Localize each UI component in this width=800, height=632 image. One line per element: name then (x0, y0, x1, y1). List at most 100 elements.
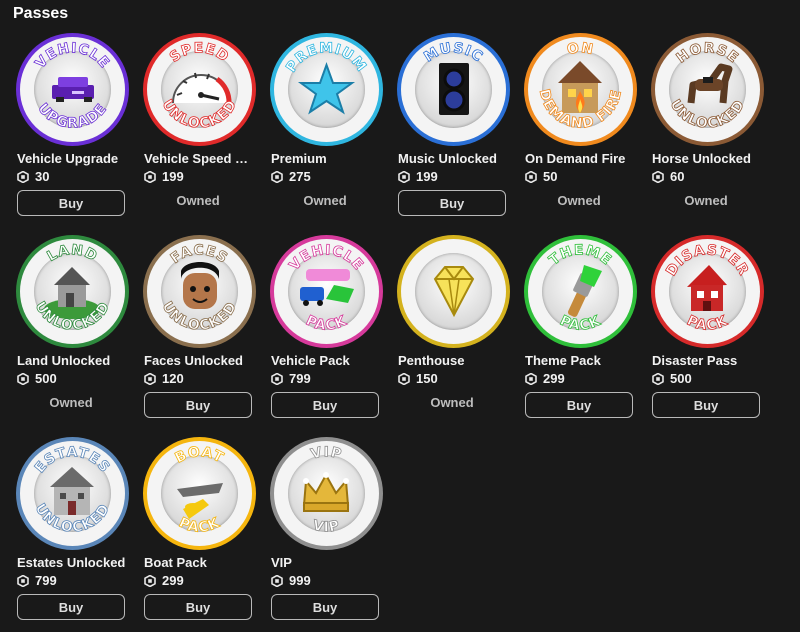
pass-name[interactable]: VIP (271, 555, 382, 570)
pass-price: 799 (17, 572, 128, 589)
owned-label: Owned (49, 395, 93, 410)
horse-icon: HORSE UNLOCKED (666, 40, 749, 133)
pass-card[interactable]: BOAT PACK Boat Pack 299 Buy (143, 437, 256, 632)
badge-top-text: HORSE (674, 40, 742, 66)
buy-button[interactable]: Buy (398, 190, 506, 216)
pass-card[interactable]: ESTATES UNLOCKED Estates Unlocked 799 Buy (16, 437, 129, 632)
buy-button[interactable]: Buy (271, 594, 379, 620)
pass-price: 999 (271, 572, 382, 589)
broken-house-icon: DISASTERPACK (663, 242, 751, 334)
robux-icon (17, 170, 29, 183)
pass-card[interactable]: THEME PACK Theme Pack 299 Buy (524, 235, 637, 430)
robux-icon (271, 170, 283, 183)
robux-icon (271, 372, 283, 385)
price-value: 275 (289, 169, 311, 184)
diamond-icon (433, 266, 475, 318)
paintbrush-icon: THEME PACK (546, 242, 614, 334)
robux-icon (144, 372, 156, 385)
pass-badge[interactable]: ESTATES UNLOCKED (16, 437, 129, 550)
pass-name[interactable]: Theme Pack (525, 353, 636, 368)
price-value: 199 (416, 169, 438, 184)
pass-card[interactable]: HORSE UNLOCKED Horse Unlocked 60 Owned (651, 33, 764, 228)
pass-price: 120 (144, 370, 255, 387)
buy-button[interactable]: Buy (144, 594, 252, 620)
pass-name[interactable]: On Demand Fire (525, 151, 636, 166)
pass-card[interactable]: SPEED UNLOCKED Vehicle Speed U... 199 Owned (143, 33, 256, 228)
price-value: 799 (35, 573, 57, 588)
badge-top-text: SPEED (167, 40, 232, 65)
pass-badge[interactable]: DISASTER PACK (651, 235, 764, 348)
pass-price: 60 (652, 168, 763, 185)
pass-price: 275 (271, 168, 382, 185)
robux-icon (17, 574, 29, 587)
badge-top-text: LAND (45, 242, 101, 265)
buy-button[interactable]: Buy (271, 392, 379, 418)
buy-button[interactable]: Buy (17, 594, 125, 620)
car-icon: VEHICLE UPGRADE (32, 40, 112, 132)
badge-top-text: VIP (309, 444, 344, 462)
pass-card[interactable]: VEHICLE PACK Vehicle Pack 799 Buy (270, 235, 383, 430)
robux-icon (525, 372, 537, 385)
pass-name[interactable]: Premium (271, 151, 382, 166)
pass-card[interactable]: FACES UNLOCKED Faces Unlocked 120 Buy (143, 235, 256, 430)
pass-name[interactable]: Penthouse (398, 353, 509, 368)
pass-card[interactable]: MUSIC Music Unlocked 199 Buy (397, 33, 510, 228)
pass-name[interactable]: Faces Unlocked (144, 353, 255, 368)
pass-name[interactable]: Estates Unlocked (17, 555, 128, 570)
pass-badge[interactable]: HORSE UNLOCKED (651, 33, 764, 146)
pass-badge[interactable]: BOAT PACK (143, 437, 256, 550)
pass-badge[interactable]: PREMIUM (270, 33, 383, 146)
buy-button[interactable]: Buy (144, 392, 252, 418)
price-value: 150 (416, 371, 438, 386)
pass-card[interactable]: VEHICLE UPGRADE Vehicle Upgrade 30 Buy (16, 33, 129, 228)
pass-card[interactable]: LAND UNLOCKED Land Unlocked 500 Owned (16, 235, 129, 430)
pass-badge[interactable]: FACES UNLOCKED (143, 235, 256, 348)
pass-badge[interactable]: VEHICLE PACK (270, 235, 383, 348)
badge-bottom-text: UNLOCKED (667, 97, 749, 132)
burning-house-icon: ONDEMAND FIRE (535, 40, 624, 133)
robux-icon (271, 574, 283, 587)
pass-card[interactable]: ON DEMAND FIRE On Demand Fire 50 Owned (524, 33, 637, 228)
pass-price: 799 (271, 370, 382, 387)
vehicles-icon: VEHICLEPACK (286, 242, 366, 334)
pass-name[interactable]: Boat Pack (144, 555, 255, 570)
pass-badge[interactable]: THEME PACK (524, 235, 637, 348)
pass-badge[interactable]: ON DEMAND FIRE (524, 33, 637, 146)
pass-card[interactable]: VIP VIP VIP 999 Buy (270, 437, 383, 632)
pass-name[interactable]: Vehicle Speed U... (144, 151, 255, 166)
pass-name[interactable]: Land Unlocked (17, 353, 128, 368)
badge-bottom-text: PACK (557, 313, 603, 334)
pass-name[interactable]: Vehicle Pack (271, 353, 382, 368)
price-value: 120 (162, 371, 184, 386)
pass-badge[interactable]: VIP VIP (270, 437, 383, 550)
buy-button[interactable]: Buy (17, 190, 125, 216)
pass-card[interactable]: DISASTER PACK Disaster Pass 500 Buy (651, 235, 764, 430)
pass-badge[interactable]: LAND UNLOCKED (16, 235, 129, 348)
pass-name[interactable]: Music Unlocked (398, 151, 509, 166)
pass-badge[interactable]: SPEED UNLOCKED (143, 33, 256, 146)
pass-name[interactable]: Horse Unlocked (652, 151, 763, 166)
pass-name[interactable]: Vehicle Upgrade (17, 151, 128, 166)
badge-top-text: BOAT (173, 444, 227, 466)
pass-badge[interactable] (397, 235, 510, 348)
robux-icon (144, 170, 156, 183)
badge-top-text: MUSIC (421, 40, 486, 65)
buy-button[interactable]: Buy (652, 392, 760, 418)
pass-badge[interactable]: MUSIC (397, 33, 510, 146)
section-title: Passes (13, 5, 69, 22)
pass-price: 299 (525, 370, 636, 387)
speaker-icon: MUSIC (421, 40, 486, 115)
pass-badge[interactable]: VEHICLE UPGRADE (16, 33, 129, 146)
robux-icon (144, 574, 156, 587)
pass-card[interactable]: Penthouse 150 Owned (397, 235, 510, 430)
price-value: 299 (162, 573, 184, 588)
pass-price: 50 (525, 168, 636, 185)
owned-label: Owned (684, 193, 728, 208)
pass-card[interactable]: PREMIUM Premium 275 Owned (270, 33, 383, 228)
badge-bottom-text: PACK (303, 313, 349, 334)
pass-price: 299 (144, 572, 255, 589)
badge-top-text: VEHICLE (32, 40, 112, 72)
pass-name[interactable]: Disaster Pass (652, 353, 763, 368)
robux-icon (525, 170, 537, 183)
buy-button[interactable]: Buy (525, 392, 633, 418)
